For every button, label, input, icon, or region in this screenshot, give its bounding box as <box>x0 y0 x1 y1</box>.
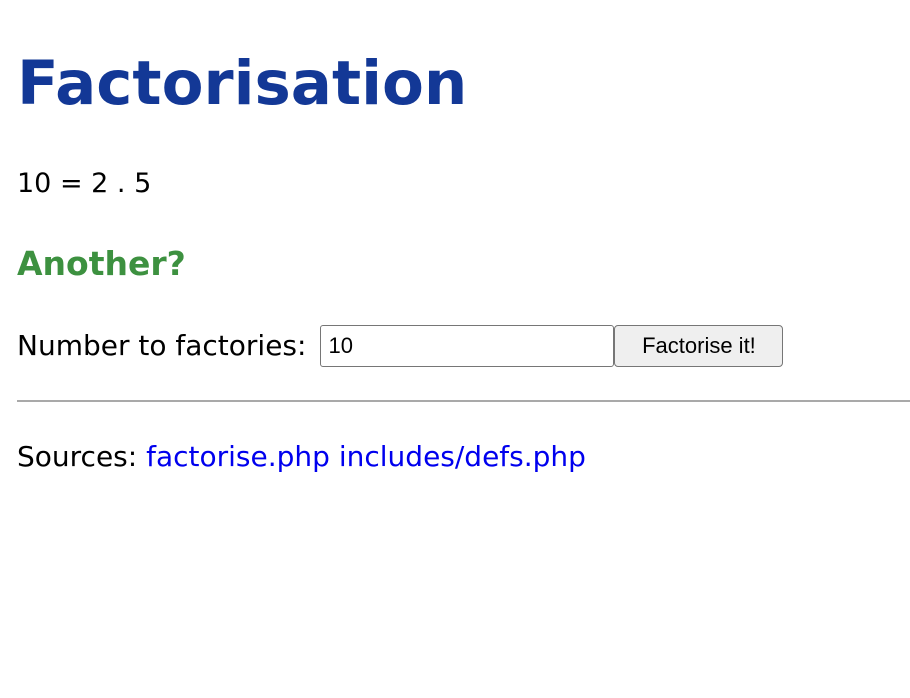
source-link-defs[interactable]: includes/defs.php <box>339 440 586 473</box>
factorisation-result: 10 = 2 . 5 <box>17 168 152 199</box>
number-label: Number to factories: <box>17 329 307 362</box>
page-title: Factorisation <box>17 48 468 119</box>
number-input[interactable] <box>320 325 615 367</box>
another-heading: Another? <box>17 244 186 283</box>
source-link-factorise[interactable]: factorise.php <box>146 440 330 473</box>
factorise-button[interactable]: Factorise it! <box>614 325 784 367</box>
sources-line: Sources: factorise.php includes/defs.php <box>17 438 586 476</box>
factorise-form: Number to factories: Factorise it! <box>17 325 784 367</box>
sources-label: Sources: <box>17 440 138 473</box>
divider <box>17 400 910 402</box>
